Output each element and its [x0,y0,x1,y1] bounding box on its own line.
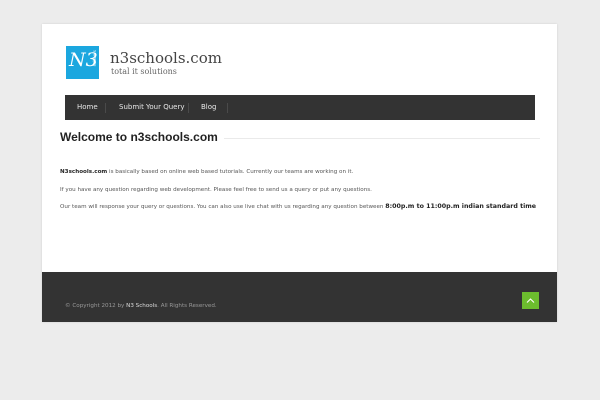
support-text: Our team will response your query or que… [60,204,386,210]
site-logo[interactable]: N3 schools [66,46,99,79]
nav-item-home[interactable]: Home [77,95,98,120]
nav-item-blog[interactable]: Blog [201,95,216,120]
scroll-top-button[interactable] [522,292,539,309]
intro-paragraph: N3schools.com is basically based on onli… [60,168,353,176]
chevron-up-icon [526,298,535,303]
intro-brand: N3schools.com [60,169,108,175]
site-footer: © Copyright 2012 by N3 Schools. All Righ… [42,272,557,322]
nav-item-submit-query[interactable]: Submit Your Query [119,95,185,120]
logo-vertical-text: schools [92,50,97,67]
question-paragraph: If you have any question regarding web d… [60,187,372,193]
nav-divider [188,103,189,113]
support-hours: 8:00p.m to 11:00p.m indian standard time [385,203,537,210]
support-paragraph: Our team will response your query or que… [60,203,536,211]
copyright-suffix: . All Rights Reserved. [157,303,217,309]
site-name[interactable]: n3schools.com [110,50,222,66]
page-title: Welcome to n3schools.com [60,130,224,144]
page-container: N3 schools n3schools.com total it soluti… [42,24,557,322]
main-navigation: Home Submit Your Query Blog [65,95,535,120]
copyright-brand[interactable]: N3 Schools [126,303,157,309]
site-tagline: total it solutions [111,67,177,76]
nav-divider [227,103,228,113]
copyright-prefix: © Copyright 2012 by [65,303,127,309]
intro-text: is basically based on online web based t… [107,169,354,175]
nav-divider [105,103,106,113]
copyright-text: © Copyright 2012 by N3 Schools. All Righ… [65,303,217,309]
